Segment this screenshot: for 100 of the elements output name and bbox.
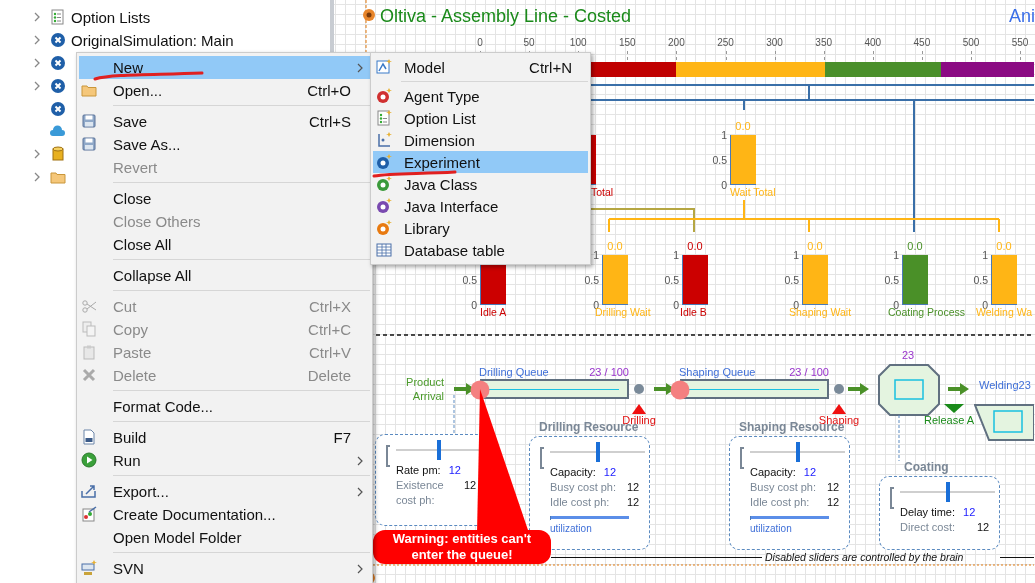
- menu-item[interactable]: Database table: [373, 239, 588, 261]
- axis-tick-label: 1: [892, 249, 899, 261]
- field-label: Capacity:: [750, 465, 796, 480]
- slider-thumb[interactable]: [795, 442, 800, 462]
- chart-document-icon: [81, 506, 97, 522]
- source-label: Product Arrival: [405, 375, 444, 403]
- menu-item[interactable]: Option List: [373, 107, 588, 129]
- menu-item[interactable]: Experiment: [373, 151, 588, 173]
- menu-item[interactable]: Run: [79, 449, 370, 472]
- ruler-label: 500: [961, 37, 981, 48]
- menu-item[interactable]: Export...: [79, 480, 370, 503]
- menu-item[interactable]: Agent Type: [373, 85, 588, 107]
- welding-block: [974, 403, 1034, 442]
- axis-tick-label: 1: [792, 249, 799, 261]
- menu-item[interactable]: Close All: [79, 233, 370, 256]
- field-value: 12: [803, 465, 817, 480]
- circle-badge-icon: [50, 55, 66, 71]
- delay-count: 23: [900, 349, 916, 361]
- ruler-label: 100: [568, 37, 588, 48]
- delay-block: [878, 364, 940, 416]
- menu-item[interactable]: Build F7: [79, 426, 370, 449]
- tree-item[interactable]: OriginalSimulation: Main: [71, 31, 234, 49]
- menu-item[interactable]: Dimension: [373, 129, 588, 151]
- database-icon: [50, 146, 66, 163]
- menu-item[interactable]: Library: [373, 217, 588, 239]
- anchor-icon: [362, 8, 376, 22]
- menu-item[interactable]: Save As...: [79, 133, 370, 156]
- axis-tick-label: 1: [592, 249, 599, 261]
- menu-item[interactable]: Collapse All: [79, 264, 370, 287]
- axis-tick-label: 0.5: [583, 274, 599, 286]
- axis-tick-label: 0.5: [711, 154, 727, 166]
- menu-item[interactable]: Model Ctrl+N: [373, 56, 588, 78]
- slider-thumb[interactable]: [437, 440, 441, 460]
- pages-icon: [81, 321, 97, 337]
- field-value: 12: [627, 480, 641, 495]
- utilization-label: utilization: [750, 523, 793, 535]
- menu-item[interactable]: New: [79, 56, 370, 79]
- gauge-label: Total: [591, 186, 614, 198]
- seize-marker: [632, 404, 646, 414]
- footnote: Disabled sliders are controlled by the brain: [765, 551, 964, 563]
- list-icon: [50, 9, 66, 26]
- seize-marker: [832, 404, 846, 414]
- chevron-icon[interactable]: [33, 12, 41, 23]
- release-marker: [944, 404, 964, 413]
- ruler-label: 0: [476, 37, 484, 48]
- chevron-icon[interactable]: [33, 58, 41, 68]
- utilization-label: utilization: [550, 523, 593, 535]
- gauge-value: 0.0: [734, 120, 752, 132]
- ruler-label: 350: [814, 37, 834, 48]
- axis-tick-label: 0.5: [883, 274, 899, 286]
- gauge-value: 0.0: [806, 240, 824, 252]
- menu-item[interactable]: Save Ctrl+S: [79, 110, 370, 133]
- field-value: 12: [977, 520, 991, 535]
- axis-tick-label: 1: [720, 129, 727, 141]
- field-label: Rate pm:: [396, 463, 441, 478]
- chevron-icon[interactable]: [33, 149, 41, 160]
- queue-count: 23 / 100: [788, 366, 829, 378]
- ruler-label: 400: [863, 37, 883, 48]
- menu-item[interactable]: Open Model Folder: [79, 526, 370, 549]
- circle-badge-icon: [376, 88, 392, 104]
- axes-icon: [376, 132, 392, 148]
- menu-item[interactable]: Create Documentation...: [79, 503, 370, 526]
- ruler-label: 50: [522, 37, 536, 48]
- warning-callout: Warning: entities can't enter the queue!: [373, 530, 551, 564]
- bracket-icon: [540, 447, 544, 469]
- gauge-label: Wait Total: [730, 186, 776, 198]
- field-value: 12: [603, 465, 617, 480]
- gauge-label: Idle A: [480, 306, 507, 318]
- menu-item[interactable]: Java Class: [373, 173, 588, 195]
- circle-badge-icon: [50, 77, 66, 94]
- run-icon: [81, 452, 97, 468]
- field-label: Busy cost ph:: [550, 480, 618, 495]
- entry-marker: [670, 380, 690, 400]
- list-icon: [376, 110, 392, 126]
- field-label: Delay time:: [900, 505, 956, 520]
- axis-tick-label: 0.5: [783, 274, 799, 286]
- field-value: 12: [827, 480, 841, 495]
- link[interactable]: Ani: [1009, 6, 1035, 27]
- menu-item[interactable]: SVN: [79, 557, 370, 580]
- menu-item[interactable]: Open... Ctrl+O: [79, 79, 370, 102]
- chevron-icon[interactable]: [33, 35, 41, 46]
- tree-item[interactable]: Option Lists: [71, 8, 151, 26]
- ruler-label: 550: [1010, 37, 1030, 48]
- slider-thumb[interactable]: [945, 482, 950, 502]
- menu-item[interactable]: Format Code...: [79, 395, 370, 418]
- bracket-icon: [386, 445, 390, 467]
- chevron-icon[interactable]: [33, 80, 41, 91]
- slider-thumb[interactable]: [595, 442, 600, 462]
- field-label: Capacity:: [550, 465, 596, 480]
- delete-icon: [81, 367, 97, 383]
- field-label: Idle cost ph:: [750, 495, 811, 510]
- ruler-label: 250: [716, 37, 735, 48]
- menu-item[interactable]: Java Interface: [373, 195, 588, 217]
- clipboard-icon: [81, 344, 97, 360]
- field-value: 12: [464, 478, 478, 493]
- circle-badge-icon: [376, 198, 392, 214]
- menu-item[interactable]: Close: [79, 187, 370, 210]
- circle-badge-icon: [376, 220, 392, 236]
- ruler-label: 450: [912, 37, 932, 48]
- chevron-icon[interactable]: [33, 171, 41, 182]
